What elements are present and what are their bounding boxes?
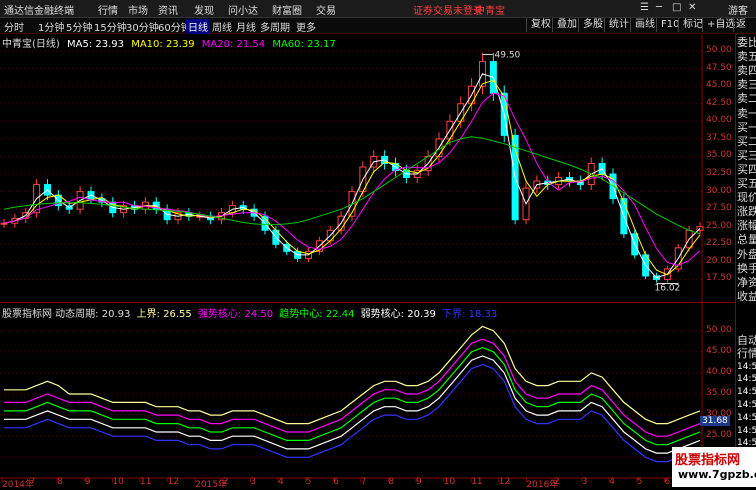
sidebar-quote-label: 收益 bbox=[737, 289, 756, 303]
sidebar-quote-label: 涨跌 bbox=[737, 205, 756, 219]
date-axis-label: 11 bbox=[471, 477, 483, 487]
date-axis-label: 4 bbox=[609, 477, 615, 487]
low-price-label: 16.02 bbox=[655, 283, 681, 293]
date-axis-label: 12 bbox=[498, 477, 511, 487]
price-axis-label: 42.50 bbox=[706, 97, 732, 108]
date-axis-label: 5 bbox=[305, 477, 312, 487]
price-axis-label: 45.00 bbox=[706, 80, 732, 91]
back-button[interactable]: 返回 bbox=[733, 18, 756, 32]
sidebar-quote-label: 买一 bbox=[737, 120, 756, 134]
indicator-axis-label: 35.00 bbox=[706, 388, 732, 398]
indicator-band-line bbox=[4, 363, 701, 463]
indicator-band-line bbox=[4, 338, 701, 437]
indicator-infobar: 股票指标网 动态周期: 20.93 上界: 26.55 强势核心: 24.50 … bbox=[2, 305, 497, 320]
sidebar-quote-label: 买五 bbox=[737, 177, 756, 190]
candle-body bbox=[0, 222, 8, 225]
sidebar-quote-label: 买二 bbox=[737, 134, 756, 148]
date-axis-label: 12 bbox=[167, 477, 180, 487]
sidebar-quote-label: 卖四 bbox=[737, 64, 756, 78]
date-axis-label: 11 bbox=[140, 477, 152, 487]
price-axis-label: 35.00 bbox=[706, 150, 732, 161]
watermark-title: 股票指标网 bbox=[675, 453, 741, 468]
quote-sidebar: 委比 卖五 卖四 卖三 卖二 卖一 买一 买二 买三 买四 买五 现价 涨跌 涨幅 总量 外盘 换手 净资 收益 自… bbox=[735, 34, 756, 487]
sidebar-quote-label: 净资 bbox=[737, 275, 756, 289]
weak-core-label: 弱势核心: 20.39 bbox=[360, 309, 436, 320]
indicator-axis-label: 25.00 bbox=[706, 430, 732, 441]
strong-core-label: 强势核心: 24.50 bbox=[197, 309, 274, 320]
price-axis-label: 40.00 bbox=[706, 115, 732, 126]
indicator-band-line bbox=[4, 355, 701, 454]
indicator-axis-label: 45.00 bbox=[706, 345, 732, 356]
date-axis-label: 5 bbox=[636, 477, 643, 487]
date-axis-label: 9 bbox=[416, 477, 422, 487]
sidebar-quote-label: 卖一 bbox=[737, 106, 756, 120]
sidebar-quote-label: 现价 bbox=[737, 191, 756, 205]
indicator-band-line bbox=[4, 346, 701, 446]
price-axis-label: 30.00 bbox=[706, 185, 732, 196]
upper-band-label: 上界: 26.55 bbox=[136, 309, 192, 320]
sidebar-quote-label: 总量 bbox=[737, 233, 756, 247]
sidebar-quote-label: 卖三 bbox=[737, 78, 756, 92]
price-axis-label: 17.50 bbox=[706, 273, 732, 284]
date-axis-label: 7 bbox=[29, 477, 36, 487]
price-axis-label: 22.50 bbox=[706, 238, 732, 249]
sidebar-quote-label: 委比 bbox=[737, 36, 756, 49]
sidebar-quote-label: 卖五 bbox=[737, 50, 756, 64]
sidebar-quote-label: 外盘 bbox=[737, 247, 756, 261]
lower-band-label: 下界: 18.33 bbox=[442, 309, 498, 320]
sidebar-quote-label: 买四 bbox=[737, 162, 756, 176]
price-axis-label: 27.50 bbox=[706, 203, 732, 214]
price-axis-label: 47.50 bbox=[706, 62, 732, 73]
date-axis-label: 3 bbox=[250, 477, 257, 487]
ma20-line bbox=[3, 92, 701, 266]
trend-center-label: 趋势中心: 22.44 bbox=[279, 309, 355, 320]
date-axis-label: 10 bbox=[112, 477, 124, 487]
high-price-label: 49.50 bbox=[495, 51, 521, 61]
price-axis-label: 20.00 bbox=[706, 255, 732, 266]
indicator-axis-label: 50.00 bbox=[706, 324, 732, 335]
price-axis-label: 25.00 bbox=[706, 220, 732, 231]
date-axis-label: 6 bbox=[664, 477, 671, 487]
sidebar-quote-label: 买三 bbox=[737, 148, 756, 162]
date-axis-label: 2 bbox=[222, 477, 229, 487]
sidebar-quote-label: 换手 bbox=[737, 261, 756, 275]
indicator-axis-label: 40.00 bbox=[706, 366, 732, 377]
current-value-tag: 31.68 bbox=[700, 416, 730, 426]
indicator-name: 股票指标网 动态周期: 20.93 bbox=[2, 309, 131, 320]
price-axis-label: 50.00 bbox=[706, 45, 732, 56]
sidebar-quote-label: 卖二 bbox=[737, 92, 756, 106]
date-axis-label: 8 bbox=[57, 477, 63, 487]
watermark-url: www.7gpzb.com bbox=[678, 468, 756, 481]
date-axis-label: 2 bbox=[554, 477, 560, 487]
sidebar-quote-label: 涨幅 bbox=[737, 219, 756, 233]
price-axis-label: 32.50 bbox=[706, 168, 732, 179]
date-axis-label: 3 bbox=[581, 477, 588, 487]
kline-chart[interactable]: 49.50 16.02 bbox=[0, 0, 735, 487]
price-axis-label: 37.50 bbox=[706, 132, 732, 143]
date-axis-label: 10 bbox=[443, 477, 456, 487]
pane-separator[interactable] bbox=[0, 302, 735, 303]
date-axis-label: 9 bbox=[84, 477, 91, 487]
date-axis-label: 4 bbox=[278, 477, 284, 487]
date-axis-label: 8 bbox=[388, 477, 395, 487]
date-axis-label: 6 bbox=[333, 477, 339, 487]
date-axis-label: 7 bbox=[360, 477, 367, 487]
